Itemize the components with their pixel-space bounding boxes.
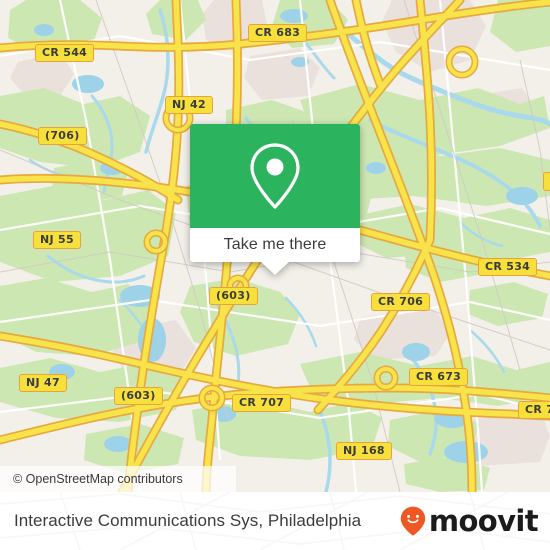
map-attribution: © OpenStreetMap contributors: [0, 466, 236, 492]
moovit-logo[interactable]: moovit: [400, 492, 539, 550]
place-title-text: Interactive Communications Sys, Philadel…: [14, 511, 362, 530]
take-me-there-label: Take me there: [223, 236, 327, 253]
road-shield: (603): [114, 387, 163, 405]
road-shield: CR 706: [371, 293, 431, 311]
road-shield: NJ 55: [33, 231, 81, 249]
attribution-text: © OpenStreetMap contributors: [13, 472, 183, 486]
road-shield: NJ 47: [19, 374, 67, 392]
moovit-wordmark: moovit: [428, 503, 539, 538]
take-me-there-button[interactable]: Take me there: [190, 228, 360, 262]
map-screenshot: CR 544 CR 683 NJ 42 (706) NJ 55 CR 534 (603) CR…: [0, 0, 550, 550]
moovit-smiley-pin-icon: [400, 506, 426, 536]
road-shield: CR 683: [248, 24, 308, 42]
road-shield: CR 707: [232, 394, 292, 412]
popup-body: Take me there: [190, 124, 360, 262]
road-shield: NJ 168: [336, 442, 392, 460]
popup-tail: [260, 261, 290, 275]
road-shield: CR 70: [518, 401, 550, 419]
road-shield: NJ 42: [165, 96, 213, 114]
bottom-bar: Interactive Communications Sys, Philadel…: [0, 492, 550, 550]
map-pin-icon: [250, 143, 300, 209]
location-popup-card[interactable]: Take me there: [190, 124, 360, 275]
road-shield: [543, 172, 550, 191]
popup-marker-area: [190, 124, 360, 228]
road-shield: (706): [38, 127, 87, 145]
road-shield: CR 673: [409, 368, 469, 386]
road-shield: CR 534: [478, 258, 538, 276]
road-shield: (603): [209, 287, 258, 305]
place-title: Interactive Communications Sys, Philadel…: [14, 492, 361, 550]
map-canvas[interactable]: CR 544 CR 683 NJ 42 (706) NJ 55 CR 534 (603) CR…: [0, 0, 550, 492]
road-shield: CR 544: [35, 44, 95, 62]
